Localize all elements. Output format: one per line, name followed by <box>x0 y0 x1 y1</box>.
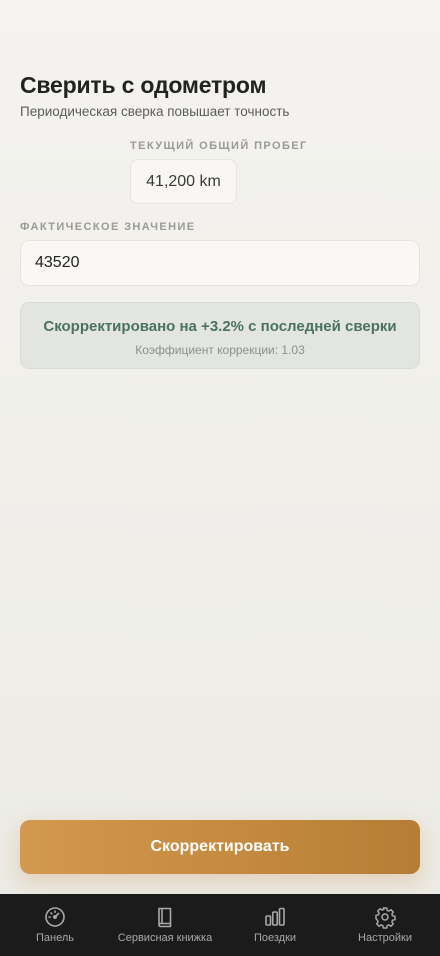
tab-settings-label: Настройки <box>358 932 412 944</box>
correction-coefficient: Коэффициент коррекции: 1.03 <box>135 343 305 357</box>
tab-service-book[interactable]: Сервисная книжка <box>110 894 220 956</box>
actual-value-input[interactable] <box>20 240 420 286</box>
bar-chart-icon <box>263 905 287 929</box>
tab-trips[interactable]: Поездки <box>220 894 330 956</box>
tab-dashboard[interactable]: Панель <box>0 894 110 956</box>
page-title: Сверить с одометром <box>20 72 267 98</box>
correct-button[interactable]: Скорректировать <box>20 820 420 874</box>
tab-trips-label: Поездки <box>253 932 297 944</box>
odometer-reconcile-screen: Сверить с одометром Периодическая сверка… <box>0 0 440 956</box>
tab-dashboard-label: Панель <box>35 932 74 944</box>
page-subtitle: Периодическая сверка повышает точность <box>20 104 290 119</box>
correction-summary: Скорректировано на +3.2% с последней све… <box>43 318 397 335</box>
actual-value-label: ФАКТИЧЕСКОЕ ЗНАЧЕНИЕ <box>20 221 196 233</box>
bottom-tab-bar: Панель Сервисная книжка Поездки Настройк… <box>0 894 440 956</box>
current-total-value: 41,200 km <box>130 159 237 204</box>
speedometer-icon <box>43 905 67 929</box>
gear-icon <box>373 905 397 929</box>
current-total-label: ТЕКУЩИЙ ОБЩИЙ ПРОБЕГ <box>130 140 308 152</box>
book-icon <box>153 905 177 929</box>
tab-service-book-label: Сервисная книжка <box>117 932 213 944</box>
tab-settings[interactable]: Настройки <box>330 894 440 956</box>
correction-result-card: Скорректировано на +3.2% с последней све… <box>20 302 420 369</box>
